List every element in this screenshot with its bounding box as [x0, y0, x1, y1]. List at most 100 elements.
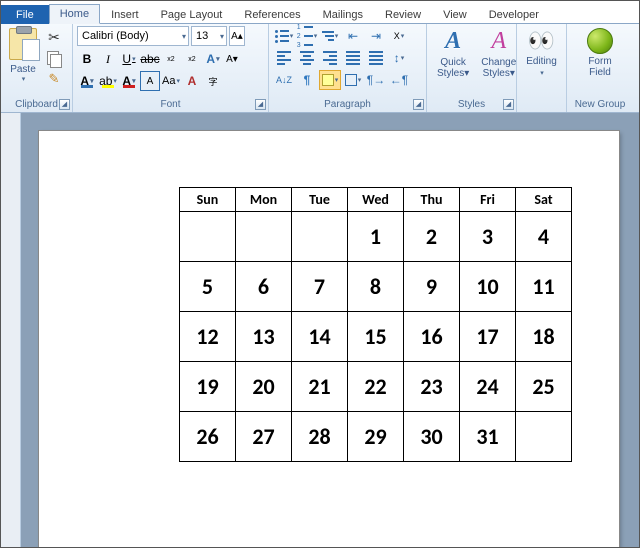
sort-button[interactable]: A↓Z: [273, 70, 295, 90]
calendar-table[interactable]: SunMonTueWedThuFriSat 123456789101112131…: [179, 187, 572, 462]
tab-developer[interactable]: Developer: [478, 5, 550, 24]
distributed-button[interactable]: [365, 48, 387, 68]
calendar-cell[interactable]: 1: [348, 212, 404, 262]
tab-page-layout[interactable]: Page Layout: [150, 5, 234, 24]
group-editing: 👀 Editing▾: [517, 24, 567, 112]
form-field-label: FormField: [588, 56, 611, 78]
strikethrough-button[interactable]: abc: [140, 49, 160, 69]
clear-formatting-button[interactable]: A: [182, 71, 202, 91]
calendar-cell[interactable]: 18: [516, 312, 572, 362]
editing-button[interactable]: 👀 Editing▾: [520, 26, 563, 81]
paragraph-dialog-launcher[interactable]: ◢: [413, 99, 424, 110]
calendar-cell[interactable]: [292, 212, 348, 262]
calendar-cell[interactable]: 13: [236, 312, 292, 362]
form-field-button[interactable]: FormField: [581, 26, 619, 80]
calendar-cell[interactable]: [236, 212, 292, 262]
calendar-cell[interactable]: 28: [292, 412, 348, 462]
change-styles-button[interactable]: A ChangeStyles▾: [475, 26, 522, 81]
calendar-cell[interactable]: 30: [404, 412, 460, 462]
calendar-cell[interactable]: 21: [292, 362, 348, 412]
calendar-cell[interactable]: 5: [180, 262, 236, 312]
ltr-button[interactable]: ¶→: [365, 70, 387, 90]
calendar-cell[interactable]: 10: [460, 262, 516, 312]
calendar-cell[interactable]: [516, 412, 572, 462]
styles-dialog-launcher[interactable]: ◢: [503, 99, 514, 110]
subscript-button[interactable]: x2: [161, 49, 181, 69]
grow-font-button[interactable]: A▴: [229, 26, 245, 46]
multilevel-button[interactable]: ▾: [319, 26, 341, 46]
borders-button[interactable]: ▾: [342, 70, 364, 90]
font-color-button[interactable]: A▾: [119, 71, 139, 91]
calendar-cell[interactable]: 7: [292, 262, 348, 312]
clipboard-dialog-launcher[interactable]: ◢: [59, 99, 70, 110]
tab-review[interactable]: Review: [374, 5, 432, 24]
calendar-cell[interactable]: 8: [348, 262, 404, 312]
format-painter-button[interactable]: ✎: [45, 70, 63, 88]
calendar-cell[interactable]: 15: [348, 312, 404, 362]
copy-button[interactable]: [45, 49, 63, 67]
justify-button[interactable]: [342, 48, 364, 68]
tab-view[interactable]: View: [432, 5, 478, 24]
calendar-cell[interactable]: 31: [460, 412, 516, 462]
superscript-button[interactable]: x2: [182, 49, 202, 69]
underline-button[interactable]: U▾: [119, 49, 139, 69]
calendar-cell[interactable]: 23: [404, 362, 460, 412]
shrink-font-button[interactable]: A▾: [224, 49, 240, 69]
italic-button[interactable]: I: [98, 49, 118, 69]
cut-button[interactable]: ✂: [45, 28, 63, 46]
vertical-ruler[interactable]: [1, 113, 21, 547]
calendar-cell[interactable]: 17: [460, 312, 516, 362]
tab-references[interactable]: References: [233, 5, 311, 24]
calendar-cell[interactable]: 12: [180, 312, 236, 362]
bold-button[interactable]: B: [77, 49, 97, 69]
align-left-button[interactable]: [273, 48, 295, 68]
increase-indent-button[interactable]: ⇥: [365, 26, 387, 46]
calendar-cell[interactable]: 4: [516, 212, 572, 262]
align-right-button[interactable]: [319, 48, 341, 68]
calendar-cell[interactable]: 25: [516, 362, 572, 412]
chevron-down-icon: ▾: [90, 77, 94, 85]
document-page[interactable]: SunMonTueWedThuFriSat 123456789101112131…: [39, 131, 619, 547]
highlight-button[interactable]: ab▾: [98, 71, 118, 91]
bullets-button[interactable]: ▾: [273, 26, 295, 46]
tab-mailings[interactable]: Mailings: [312, 5, 374, 24]
calendar-cell[interactable]: 22: [348, 362, 404, 412]
calendar-cell[interactable]: 20: [236, 362, 292, 412]
show-marks-button[interactable]: ¶: [296, 70, 318, 90]
calendar-cell[interactable]: 3: [460, 212, 516, 262]
ribbon: Paste ▾ ✂ ✎ Clipboard ◢ Calibri (Body) ▾…: [1, 23, 639, 113]
calendar-cell[interactable]: 29: [348, 412, 404, 462]
shading-button[interactable]: ▾: [319, 70, 341, 90]
calendar-cell[interactable]: 26: [180, 412, 236, 462]
numbering-button[interactable]: 123▾: [296, 26, 318, 46]
calendar-cell[interactable]: 14: [292, 312, 348, 362]
quick-styles-button[interactable]: A QuickStyles▾: [431, 26, 475, 81]
text-effects2-button[interactable]: A▾: [77, 71, 97, 91]
tab-insert[interactable]: Insert: [100, 5, 150, 24]
tab-home[interactable]: Home: [49, 4, 100, 24]
rtl-button[interactable]: ←¶: [388, 70, 410, 90]
decrease-indent-button[interactable]: ⇤: [342, 26, 364, 46]
calendar-cell[interactable]: 24: [460, 362, 516, 412]
shading-icon: [322, 74, 334, 86]
calendar-cell[interactable]: 6: [236, 262, 292, 312]
calendar-cell[interactable]: 16: [404, 312, 460, 362]
calendar-cell[interactable]: 9: [404, 262, 460, 312]
asian-layout-button[interactable]: X▾: [388, 26, 410, 46]
calendar-cell[interactable]: 27: [236, 412, 292, 462]
change-case-button[interactable]: Aa▾: [161, 71, 181, 91]
char-border-button[interactable]: A: [140, 71, 160, 91]
font-size-combo[interactable]: 13 ▾: [191, 26, 227, 46]
enclose-button[interactable]: 字: [203, 71, 223, 91]
calendar-cell[interactable]: 11: [516, 262, 572, 312]
text-effects-button[interactable]: A▾: [203, 49, 223, 69]
paste-button[interactable]: Paste ▾: [5, 26, 41, 85]
line-spacing-button[interactable]: ↕▾: [388, 48, 410, 68]
calendar-cell[interactable]: 2: [404, 212, 460, 262]
calendar-cell[interactable]: 19: [180, 362, 236, 412]
align-center-button[interactable]: [296, 48, 318, 68]
tab-file[interactable]: File: [1, 5, 49, 24]
font-dialog-launcher[interactable]: ◢: [255, 99, 266, 110]
calendar-cell[interactable]: [180, 212, 236, 262]
font-name-combo[interactable]: Calibri (Body) ▾: [77, 26, 189, 46]
